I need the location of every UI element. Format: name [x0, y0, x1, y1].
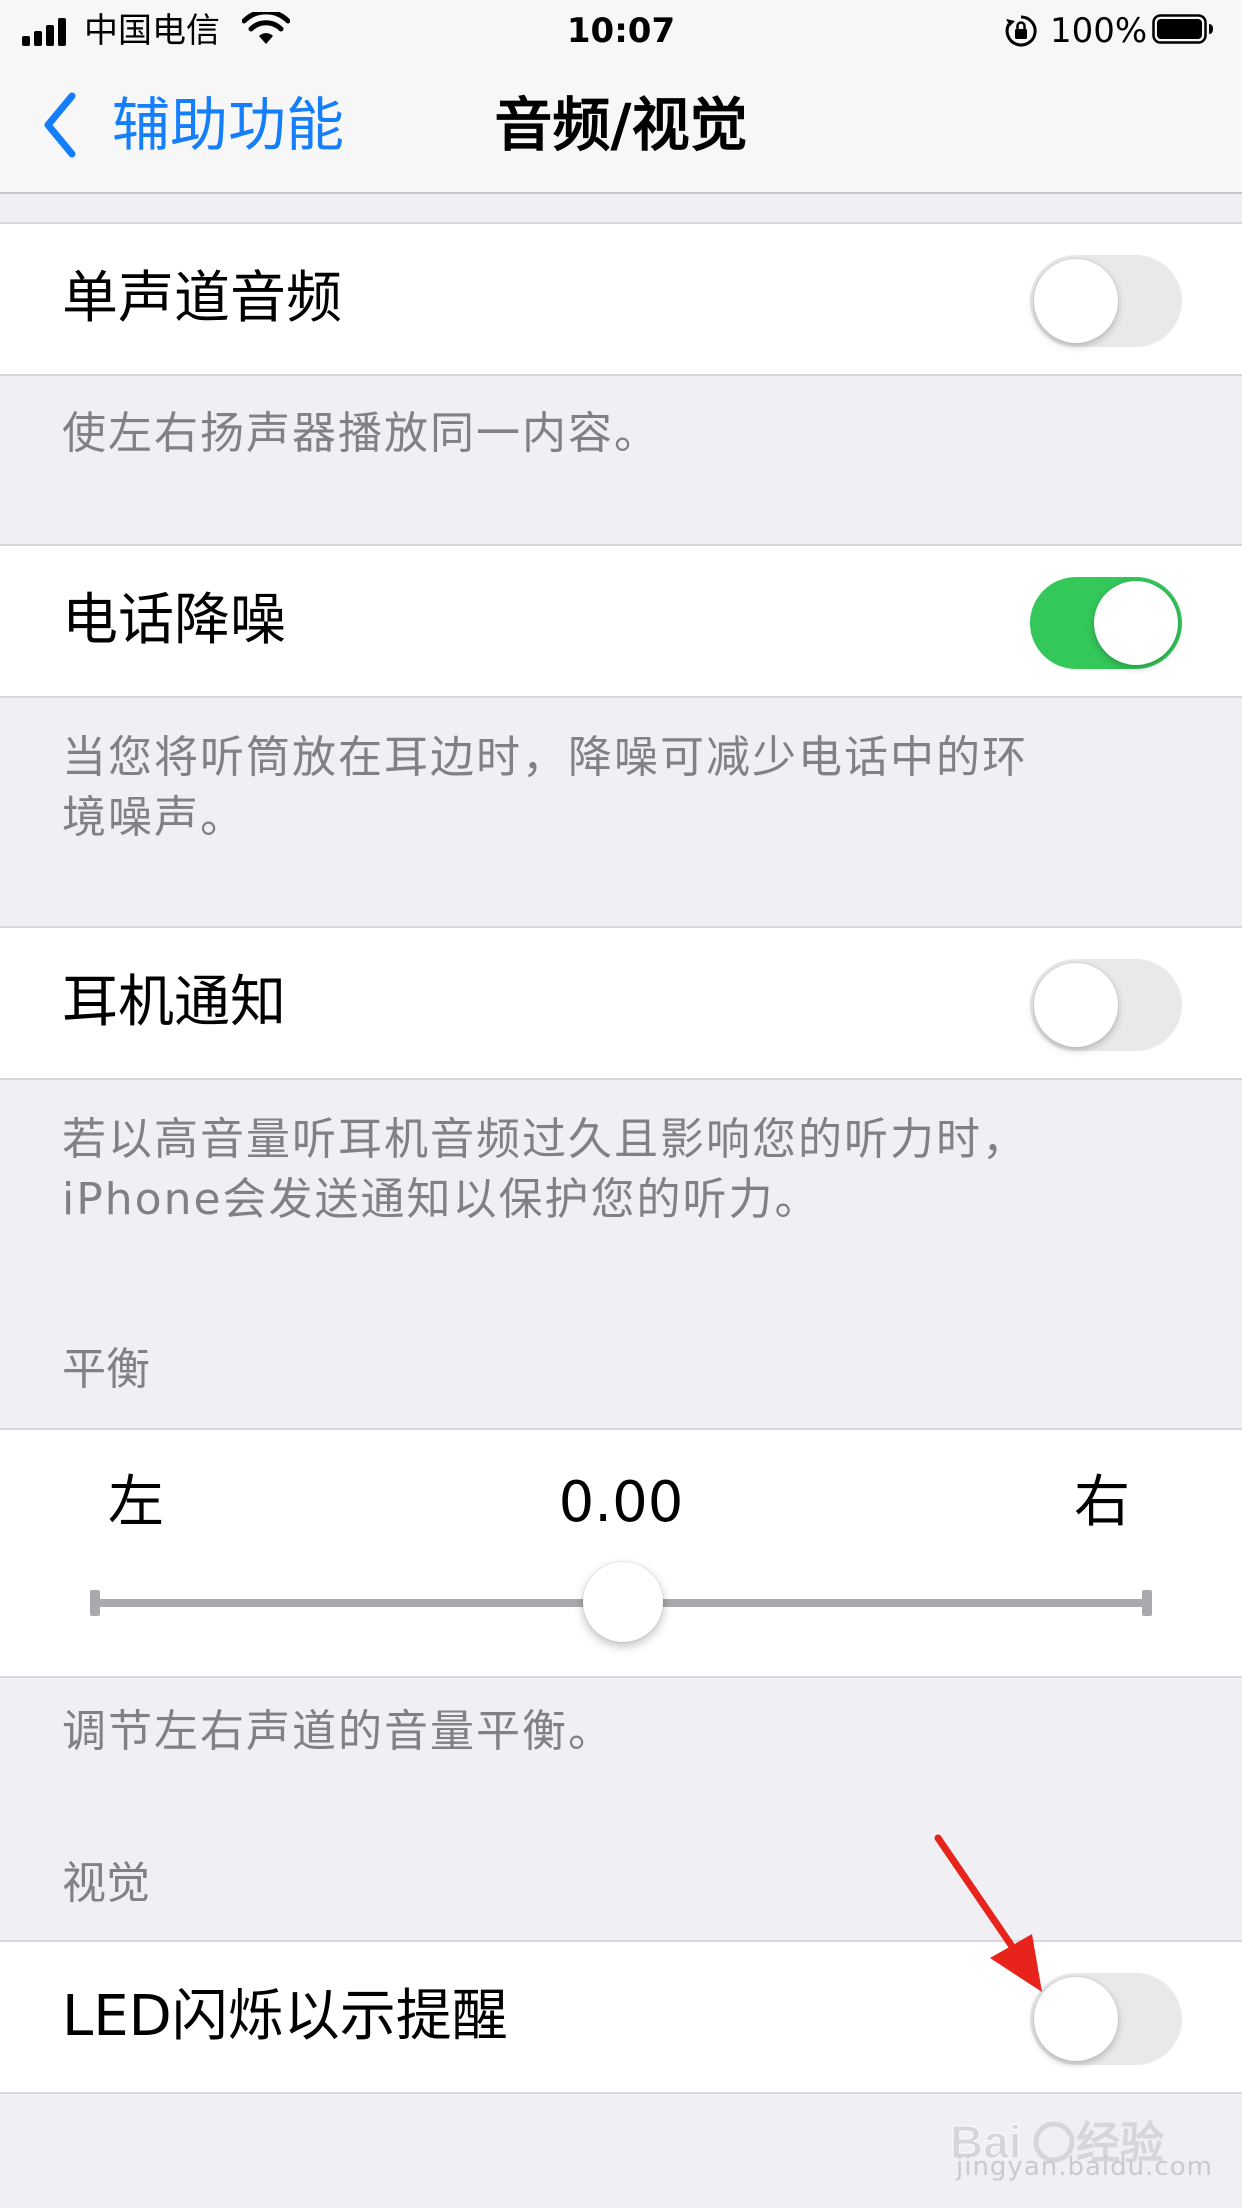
headphone-footer-line1: 若以高音量听耳机音频过久且影响您的听力时，	[62, 1114, 1028, 1165]
balance-value: 0.00	[558, 1470, 684, 1535]
navigation-bar: 辅助功能 音频/视觉	[0, 62, 1242, 194]
toggle-knob	[1034, 259, 1118, 343]
slider-right-cap	[1142, 1590, 1152, 1616]
red-arrow-annotation	[934, 1834, 1042, 1992]
mono-audio-footer: 使左右扬声器播放同一内容。	[62, 408, 660, 459]
status-bar: 中国电信 10:07 100%	[0, 0, 1242, 62]
page-title: 音频/视觉	[494, 91, 748, 159]
orientation-lock-icon	[1005, 15, 1037, 47]
headphone-notifications-label: 耳机通知	[62, 970, 286, 1035]
watermark-url: jingyan.baidu.com	[956, 2152, 1213, 2182]
balance-control: 左 0.00 右	[0, 1428, 1242, 1678]
balance-section-header: 平衡	[62, 1344, 150, 1395]
battery-icon	[1152, 14, 1213, 44]
phone-noise-row[interactable]: 电话降噪	[0, 544, 1242, 698]
headphone-footer-line2: iPhone会发送通知以保护您的听力。	[62, 1174, 821, 1225]
headphone-notifications-toggle[interactable]	[1030, 959, 1182, 1051]
headphone-notifications-row[interactable]: 耳机通知	[0, 926, 1242, 1080]
balance-slider-thumb[interactable]	[583, 1562, 663, 1642]
led-flash-label: LED闪烁以示提醒	[62, 1984, 508, 2049]
toggle-knob	[1034, 963, 1118, 1047]
phone-noise-footer-line2: 境噪声。	[62, 792, 246, 843]
mono-audio-row[interactable]: 单声道音频	[0, 222, 1242, 376]
phone-noise-toggle[interactable]	[1030, 577, 1182, 669]
visual-section-header: 视觉	[62, 1858, 150, 1909]
phone-noise-label: 电话降噪	[62, 588, 286, 653]
balance-footer: 调节左右声道的音量平衡。	[62, 1706, 614, 1757]
mono-audio-label: 单声道音频	[62, 266, 342, 331]
phone-noise-footer-line1: 当您将听筒放在耳边时，降噪可减少电话中的环	[62, 732, 1028, 783]
toggle-knob	[1094, 581, 1178, 665]
battery-percentage: 100%	[1050, 11, 1148, 51]
balance-right-label: 右	[1074, 1470, 1130, 1535]
mono-audio-toggle[interactable]	[1030, 255, 1182, 347]
